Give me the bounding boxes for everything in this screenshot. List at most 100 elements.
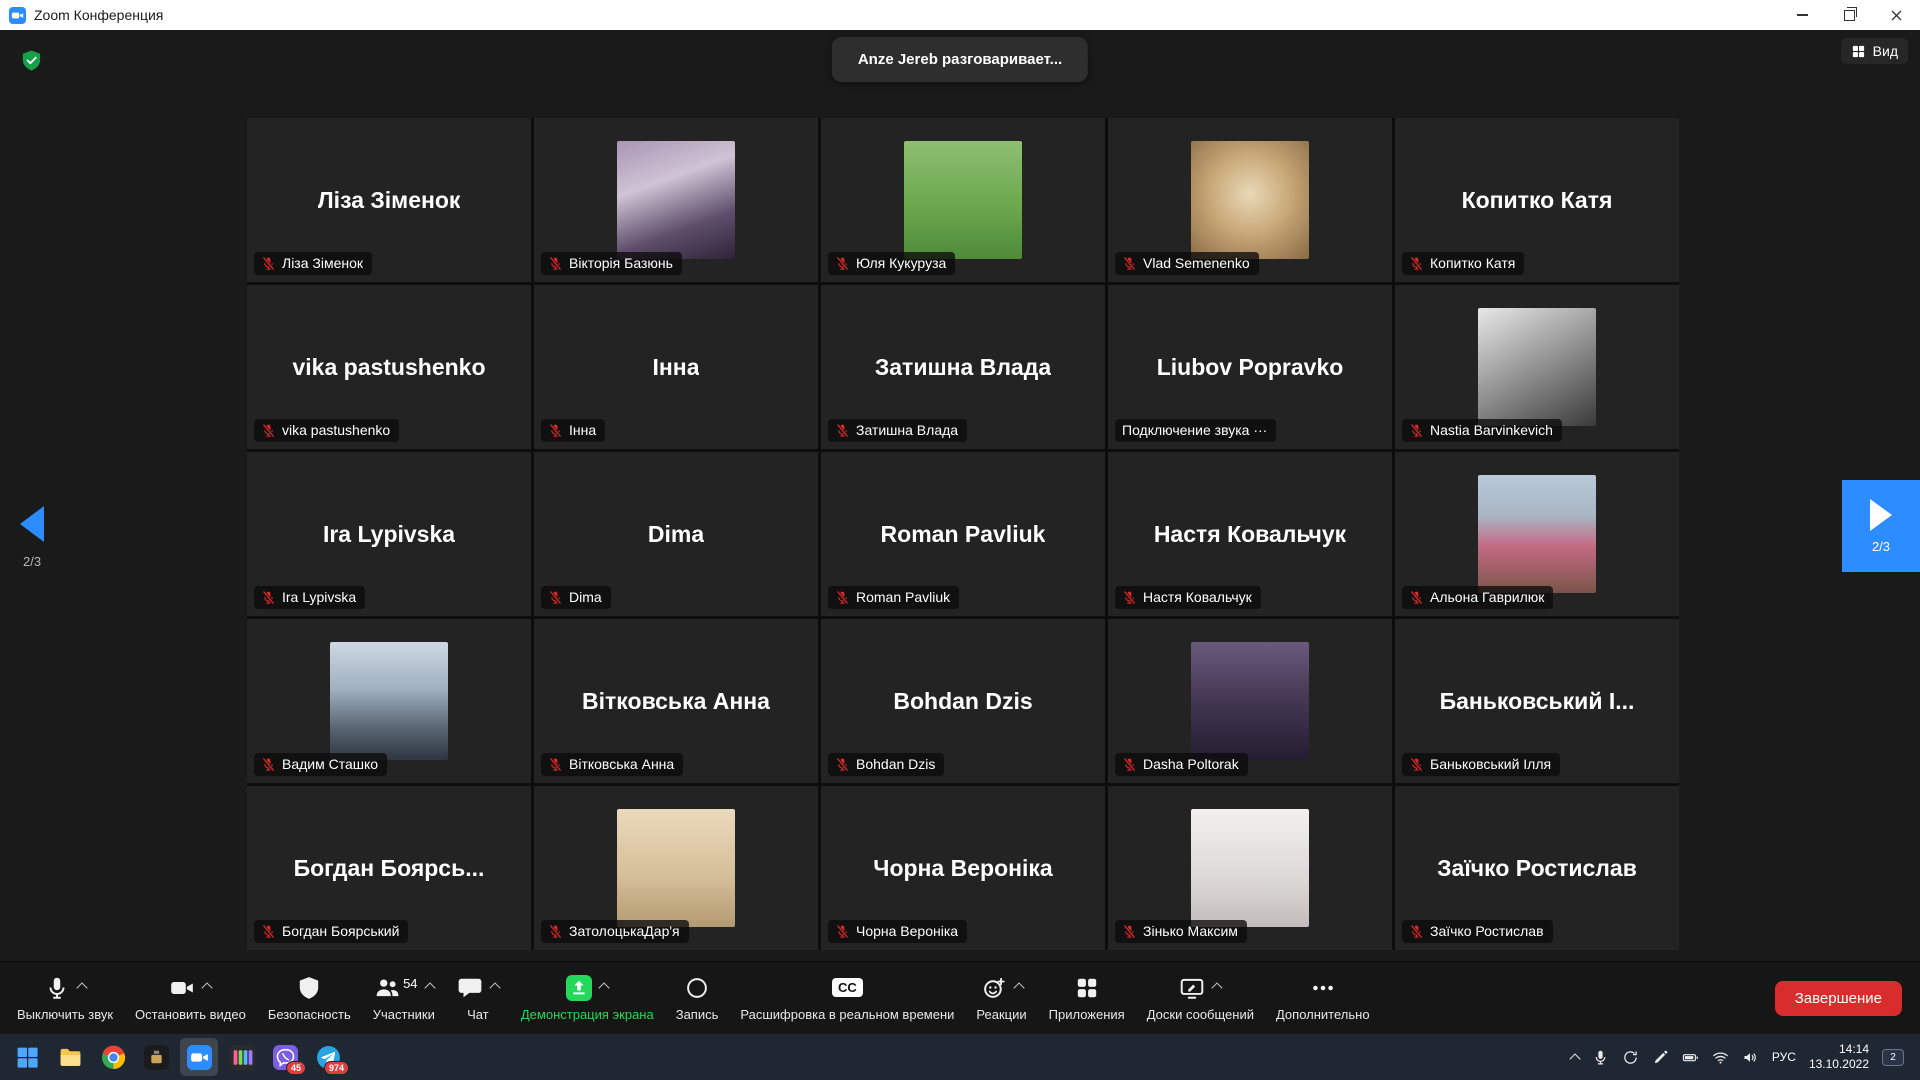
reactions-icon — [981, 975, 1007, 1001]
mic-muted-icon — [548, 256, 563, 271]
pen-icon[interactable] — [1652, 1049, 1669, 1066]
participant-label-text: Vlad Semenenko — [1143, 255, 1250, 271]
video-button-label: Остановить видео — [135, 1007, 246, 1022]
participant-name: Богдан Боярсь... — [294, 855, 485, 882]
mic-muted-icon — [1122, 590, 1137, 605]
participant-tile[interactable]: Чорна ВеронікаЧорна Вероніка — [821, 786, 1105, 950]
participant-label-text: Копитко Катя — [1430, 255, 1515, 271]
window-controls — [1779, 0, 1920, 30]
participant-tile[interactable]: Копитко КатяКопитко Катя — [1395, 118, 1679, 282]
close-button[interactable] — [1873, 0, 1920, 30]
chevron-up-icon[interactable] — [1212, 982, 1223, 993]
security-button[interactable]: Безопасность — [257, 962, 362, 1035]
view-button[interactable]: Вид — [1841, 38, 1908, 64]
security-button-label: Безопасность — [268, 1007, 351, 1022]
mic-muted-icon — [835, 256, 850, 271]
participant-tile[interactable]: Зінько Максим — [1108, 786, 1392, 950]
share-screen-button[interactable]: Демонстрация экрана — [510, 962, 665, 1035]
participant-tile[interactable]: Вадим Сташко — [247, 619, 531, 783]
participant-label: Bohdan Dzis — [828, 753, 944, 776]
minimize-button[interactable] — [1779, 0, 1826, 30]
start-button[interactable] — [8, 1038, 46, 1076]
chevron-up-icon[interactable] — [424, 982, 435, 993]
chevron-up-icon[interactable] — [489, 982, 500, 993]
arrow-right-icon — [1870, 499, 1892, 531]
volume-icon[interactable] — [1742, 1049, 1759, 1066]
participant-tile[interactable]: Nastia Barvinkevich — [1395, 285, 1679, 449]
closed-captions-icon: CC — [832, 978, 863, 997]
apps-button-label: Приложения — [1049, 1007, 1125, 1022]
mic-muted-icon — [1409, 924, 1424, 939]
participant-tile[interactable]: vika pastushenkovika pastushenko — [247, 285, 531, 449]
participant-label-text: Альона Гаврилюк — [1430, 589, 1544, 605]
participant-tile[interactable]: Ліза ЗіменокЛіза Зіменок — [247, 118, 531, 282]
clock[interactable]: 14:14 13.10.2022 — [1809, 1042, 1869, 1072]
media-app[interactable] — [223, 1038, 261, 1076]
zoom-app[interactable] — [180, 1038, 218, 1076]
encryption-shield-icon[interactable] — [20, 49, 43, 72]
participant-tile[interactable]: DimaDima — [534, 452, 818, 616]
participant-tile[interactable]: Вікторія Базюнь — [534, 118, 818, 282]
participant-tile[interactable]: Затишна ВладаЗатишна Влада — [821, 285, 1105, 449]
participant-tile[interactable]: ЗатолоцькаДар'я — [534, 786, 818, 950]
participant-tile[interactable]: Вітковська АннаВітковська Анна — [534, 619, 818, 783]
participant-tile[interactable]: Dasha Poltorak — [1108, 619, 1392, 783]
participant-tile[interactable]: Vlad Semenenko — [1108, 118, 1392, 282]
participant-name: Bohdan Dzis — [893, 688, 1032, 715]
apps-button[interactable]: Приложения — [1038, 962, 1136, 1035]
participant-tile[interactable]: Юля Кукуруза — [821, 118, 1105, 282]
window-title: Zoom Конференция — [34, 7, 163, 23]
gallery-next-page[interactable]: 2/3 — [1842, 480, 1920, 572]
more-icon — [1310, 975, 1336, 1001]
participant-tile[interactable]: ІннаІнна — [534, 285, 818, 449]
participant-tile[interactable]: Альона Гаврилюк — [1395, 452, 1679, 616]
participant-tile[interactable]: Заїчко РостиславЗаїчко Ростислав — [1395, 786, 1679, 950]
reactions-button[interactable]: Реакции — [965, 962, 1037, 1035]
more-button[interactable]: Дополнительно — [1265, 962, 1381, 1035]
mic-muted-icon — [261, 423, 276, 438]
chevron-up-icon[interactable] — [599, 982, 610, 993]
chevron-up-icon[interactable] — [202, 982, 213, 993]
participant-tile[interactable]: Настя КовальчукНастя Ковальчук — [1108, 452, 1392, 616]
participant-tile[interactable]: Ira LypivskaIra Lypivska — [247, 452, 531, 616]
notification-count-badge[interactable]: 2 — [1882, 1049, 1904, 1066]
video-button[interactable]: Остановить видео — [124, 962, 257, 1035]
mic-icon[interactable] — [1592, 1049, 1609, 1066]
maximize-button[interactable] — [1826, 0, 1873, 30]
darkapp-icon — [144, 1045, 169, 1070]
participant-avatar — [617, 141, 735, 259]
gallery-prev-page[interactable]: 2/3 — [20, 506, 44, 569]
whiteboards-button[interactable]: Доски сообщений — [1136, 962, 1265, 1035]
language-indicator[interactable]: РУС — [1772, 1050, 1796, 1064]
participant-tile[interactable]: Баньковський І...Баньковський Ілля — [1395, 619, 1679, 783]
participant-tile[interactable]: Богдан Боярсь...Богдан Боярський — [247, 786, 531, 950]
chevron-up-icon[interactable] — [76, 982, 87, 993]
participant-tile[interactable]: Roman PavliukRoman Pavliuk — [821, 452, 1105, 616]
participant-tile[interactable]: Liubov PopravkoПодключение звука ··· — [1108, 285, 1392, 449]
chrome-app[interactable] — [94, 1038, 132, 1076]
explorer-icon — [58, 1045, 83, 1070]
participant-label-text: Dasha Poltorak — [1143, 756, 1239, 772]
participants-button[interactable]: 54Участники — [362, 962, 446, 1035]
live-transcript-button[interactable]: CCРасшифровка в реальном времени — [729, 962, 965, 1035]
dark-app[interactable] — [137, 1038, 175, 1076]
more-button-label: Дополнительно — [1276, 1007, 1370, 1022]
participant-name: Інна — [653, 354, 700, 381]
sync-icon[interactable] — [1622, 1049, 1639, 1066]
mic-muted-icon — [1409, 590, 1424, 605]
apps-icon — [1074, 975, 1100, 1001]
participant-tile[interactable]: Bohdan Dzis Bohdan Dzis — [821, 619, 1105, 783]
explorer-app[interactable] — [51, 1038, 89, 1076]
wifi-icon[interactable] — [1712, 1049, 1729, 1066]
viber-app[interactable]: 45 — [266, 1038, 304, 1076]
share-screen-button-label: Демонстрация экрана — [521, 1007, 654, 1022]
chat-button[interactable]: Чат — [446, 962, 510, 1035]
battery-icon[interactable] — [1682, 1049, 1699, 1066]
chat-icon — [457, 975, 483, 1001]
end-meeting-button[interactable]: Завершение — [1775, 981, 1902, 1016]
chevron-up-icon[interactable] — [1569, 1053, 1580, 1064]
chevron-up-icon[interactable] — [1013, 982, 1024, 993]
mute-button[interactable]: Выключить звук — [6, 962, 124, 1035]
telegram-app[interactable]: 974 — [309, 1038, 347, 1076]
record-button[interactable]: Запись — [665, 962, 730, 1035]
